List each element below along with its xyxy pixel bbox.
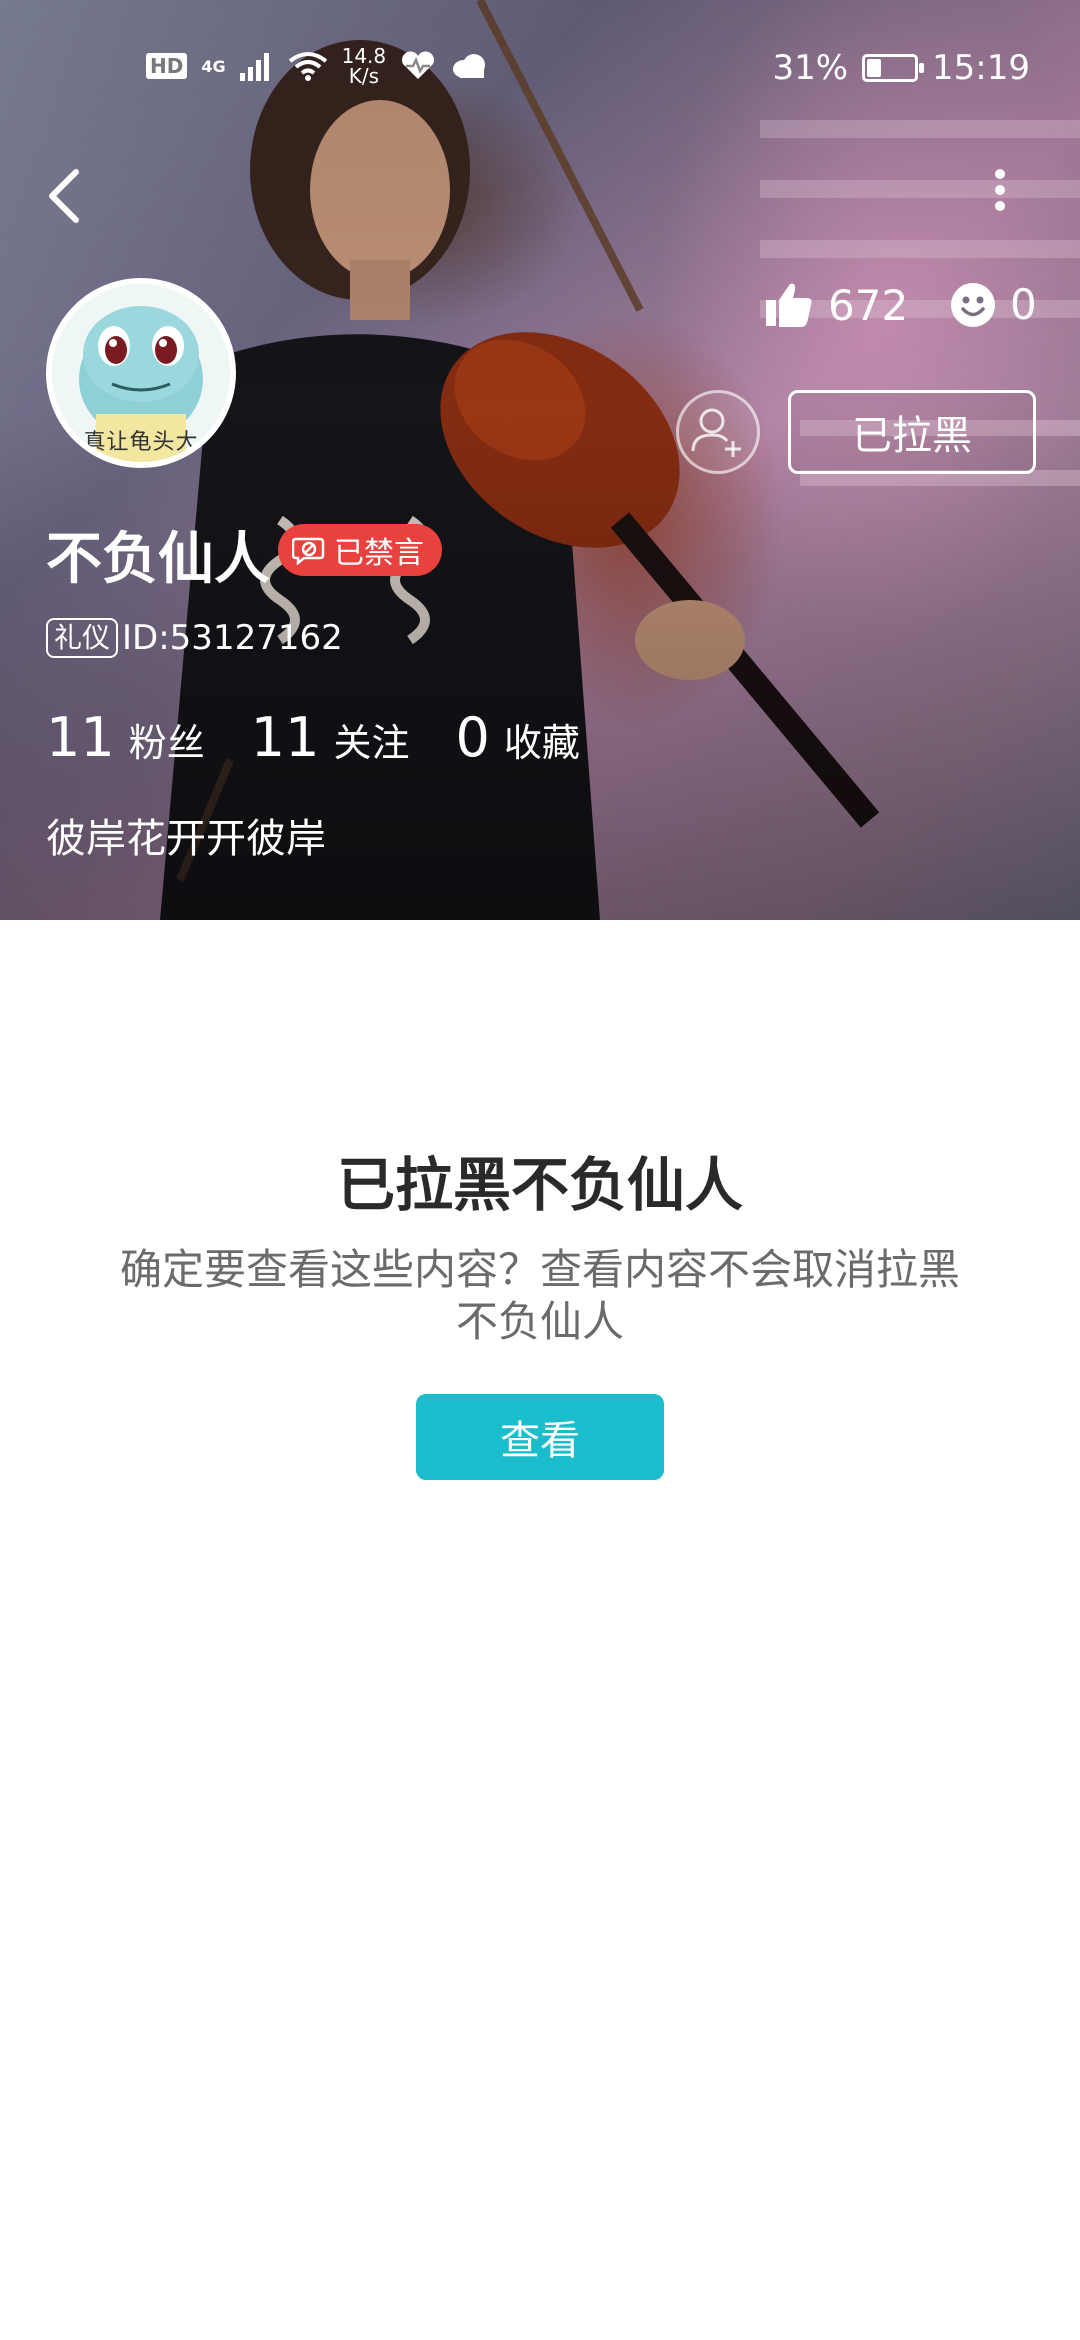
thumbs-up-icon bbox=[766, 283, 812, 327]
muted-badge: 已禁言 bbox=[278, 524, 442, 576]
fans-label[interactable]: 粉丝 bbox=[129, 712, 205, 767]
view-content-button[interactable]: 查看 bbox=[416, 1394, 664, 1480]
fans-count[interactable]: 11 bbox=[46, 706, 115, 769]
status-bar-right: 31% 15:19 bbox=[772, 48, 1030, 88]
health-heart-icon bbox=[402, 51, 435, 79]
battery-percent: 31% bbox=[772, 48, 849, 88]
likes-stat[interactable]: 672 bbox=[764, 280, 908, 330]
network-speed-value: 14.8 bbox=[341, 44, 387, 68]
network-type: 4G bbox=[201, 56, 226, 76]
likes-count: 672 bbox=[828, 280, 909, 330]
blocked-notice-body: 确定要查看这些内容？查看内容不会取消拉黑不负仙人 bbox=[119, 1245, 960, 1346]
user-counts: 11 粉丝 11 关注 0 收藏 bbox=[46, 706, 626, 769]
muted-chat-icon bbox=[292, 537, 325, 565]
avatar-caption: 真让龟头大 bbox=[83, 430, 199, 455]
battery-level bbox=[867, 59, 882, 77]
wifi-icon bbox=[288, 52, 327, 81]
clock: 15:19 bbox=[932, 48, 1030, 88]
more-options-button[interactable] bbox=[980, 160, 1020, 220]
etiquette-tag: 礼仪 bbox=[46, 618, 119, 658]
status-bar-left: HD 4G 14.8 K/s bbox=[146, 46, 488, 86]
back-button[interactable] bbox=[40, 160, 90, 230]
chevron-left-icon bbox=[49, 169, 79, 223]
following-count[interactable]: 11 bbox=[251, 706, 320, 769]
signal-icon bbox=[239, 53, 269, 81]
blocked-button[interactable]: 已拉黑 bbox=[788, 390, 1036, 474]
following-label[interactable]: 关注 bbox=[333, 712, 409, 767]
user-id-row: 礼仪 ID:53127162 bbox=[46, 618, 343, 658]
favorites-label[interactable]: 收藏 bbox=[504, 712, 580, 767]
battery-icon bbox=[862, 54, 925, 82]
status-bar: HD 4G 14.8 K/s 31% 15:19 bbox=[0, 40, 1080, 96]
network-speed-unit: K/s bbox=[348, 64, 380, 88]
blocked-button-label: 已拉黑 bbox=[852, 413, 972, 459]
user-bio: 彼岸花开开彼岸 bbox=[46, 816, 326, 862]
favorites-count[interactable]: 0 bbox=[455, 706, 489, 769]
add-user-icon bbox=[691, 408, 741, 457]
username: 不负仙人 bbox=[46, 527, 270, 592]
user-id: ID:53127162 bbox=[122, 618, 343, 658]
muted-badge-label: 已禁言 bbox=[334, 536, 424, 571]
smiles-count: 0 bbox=[1010, 280, 1037, 329]
follow-button[interactable] bbox=[676, 390, 760, 474]
network-speed: 14.8 K/s bbox=[342, 46, 387, 86]
hd-icon: HD bbox=[146, 53, 188, 79]
smiles-stat[interactable]: 0 bbox=[950, 280, 1037, 329]
blocked-notice-title: 已拉黑不负仙人 bbox=[336, 1151, 743, 1219]
smiley-icon bbox=[951, 282, 995, 327]
view-content-label: 查看 bbox=[500, 1418, 580, 1464]
avatar[interactable]: 真让龟头大 bbox=[46, 278, 236, 468]
cloud-icon bbox=[453, 54, 486, 78]
more-vertical-icon bbox=[995, 169, 1005, 211]
